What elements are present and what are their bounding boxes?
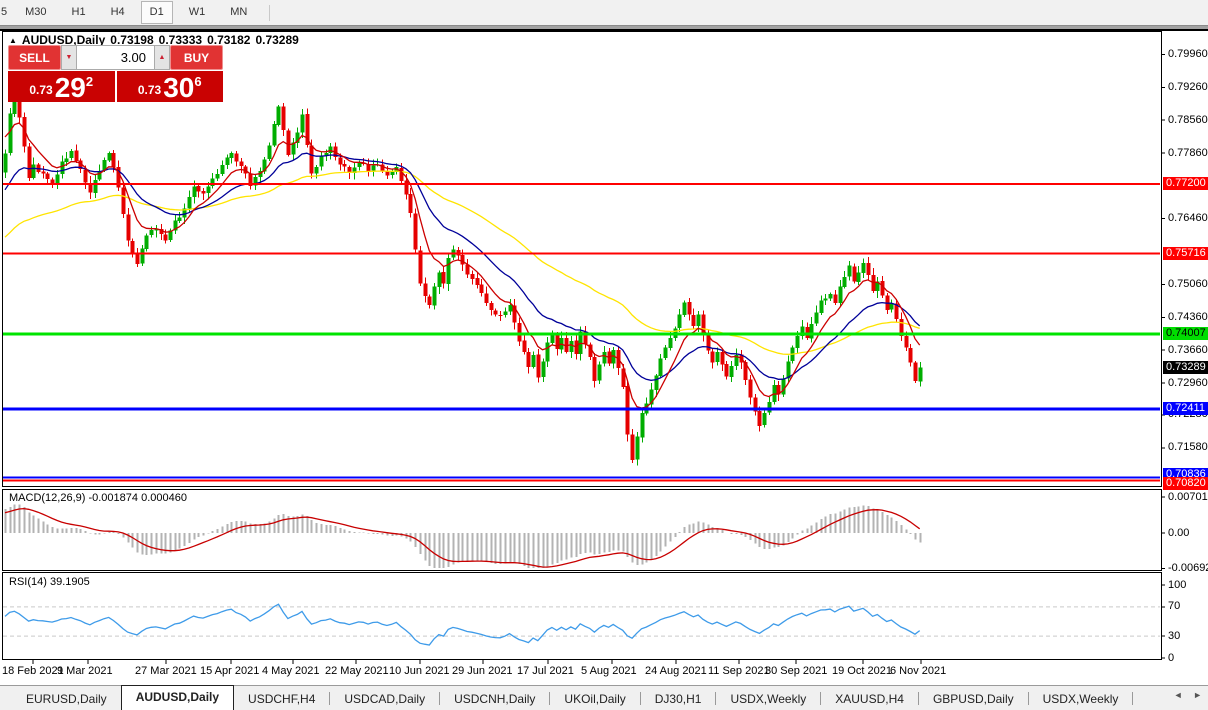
tab-scroll-left-icon[interactable]: ◄: [1174, 690, 1183, 700]
date-label-4-may-2021: 4 May 2021: [262, 665, 320, 677]
date-label-11-sep-2021: 11 Sep 2021: [708, 665, 770, 677]
buy-price-pip: 6: [194, 74, 202, 89]
one-click-trading-panel: SELL ▼ 3.00 ▲ BUY 0.73 29 2 0.73 30 6: [8, 45, 223, 102]
date-label-17-jul-2021: 17 Jul 2021: [517, 665, 574, 677]
date-label-22-may-2021: 22 May 2021: [325, 665, 389, 677]
mt4-window: 5 M30 H1 H4 D1 W1 MN ▲ AUDUSD,Daily 0.73198 0.…: [0, 0, 1208, 710]
tab-gbpusd-daily[interactable]: GBPUSD,Daily: [919, 688, 1028, 710]
date-label-24-aug-2021: 24 Aug 2021: [645, 665, 707, 677]
rsi-label: RSI(14) 39.1905: [9, 576, 90, 588]
date-label-27-mar-2021: 27 Mar 2021: [135, 665, 197, 677]
chart-canvas[interactable]: [0, 0, 1208, 710]
date-label-6-nov-2021: 6 Nov 2021: [890, 665, 947, 677]
tab-scroll-right-icon[interactable]: ►: [1193, 690, 1202, 700]
rsi-tick-0: 0: [1168, 651, 1175, 664]
chart-tab-bar: EURUSD,Daily AUDUSD,Daily USDCHF,H4 USDCAD,…: [0, 685, 1208, 710]
date-label-29-jun-2021: 29 Jun 2021: [452, 665, 513, 677]
date-label-9-mar-2021: 9 Mar 2021: [57, 665, 113, 677]
date-label-15-apr-2021: 15 Apr 2021: [200, 665, 260, 677]
price-tag-0.73289: 0.73289: [1163, 361, 1208, 375]
tab-usdx-weekly[interactable]: USDX,Weekly: [1029, 688, 1133, 710]
volume-input[interactable]: 3.00: [77, 45, 154, 70]
tab-audusd-daily[interactable]: AUDUSD,Daily: [120, 685, 235, 710]
buy-price-big: 30: [163, 72, 195, 103]
price-tick-0.72960: 0.72960: [1168, 376, 1208, 389]
price-tick-0.75060: 0.75060: [1168, 277, 1208, 290]
price-tick-0.77860: 0.77860: [1168, 146, 1208, 159]
price-tag-0.72411: 0.72411: [1163, 402, 1208, 416]
price-tick-0.71580: 0.71580: [1168, 441, 1208, 454]
sell-price-big: 29: [54, 72, 86, 103]
tab-usdchf-h4[interactable]: USDCHF,H4: [234, 688, 329, 710]
price-tick-0.79260: 0.79260: [1168, 80, 1208, 93]
tab-scroll-arrows: ◄ ►: [1166, 690, 1202, 700]
chart-close: 0.73289: [255, 33, 299, 47]
price-tag-0.75716: 0.75716: [1163, 247, 1208, 261]
sell-price-prefix: 0.73: [29, 83, 53, 97]
date-label-18-feb-2021: 18 Feb 2021: [2, 665, 64, 677]
date-label-10-jun-2021: 10 Jun 2021: [389, 665, 450, 677]
buy-price-prefix: 0.73: [137, 83, 162, 97]
rsi-tick-30: 30: [1168, 629, 1181, 642]
price-tick-0.76460: 0.76460: [1168, 212, 1208, 225]
price-tick-0.78560: 0.78560: [1168, 113, 1208, 126]
tab-xauusd-h4[interactable]: XAUUSD,H4: [821, 688, 918, 710]
collapse-icon[interactable]: ▲: [9, 36, 17, 45]
sell-price-box[interactable]: 0.73 29 2: [8, 71, 115, 102]
tab-divider: [1132, 692, 1134, 705]
buy-price-box[interactable]: 0.73 30 6: [116, 71, 223, 103]
rsi-tick-100: 100: [1168, 578, 1187, 591]
macd-label: MACD(12,26,9) -0.001874 0.000460: [9, 492, 187, 504]
trade-prices-row: 0.73 29 2 0.73 30 6: [8, 71, 223, 102]
macd-tick-0.00: 0.00: [1168, 526, 1190, 539]
volume-decrease-button[interactable]: ▼: [61, 45, 77, 70]
tab-dj30-h1[interactable]: DJ30,H1: [641, 688, 716, 710]
buy-button[interactable]: BUY: [170, 45, 223, 70]
price-tag-0.70820: 0.70820: [1163, 476, 1208, 490]
tab-usdx-weekly[interactable]: USDX,Weekly: [716, 688, 820, 710]
tab-eurusd-daily[interactable]: EURUSD,Daily: [12, 688, 121, 710]
price-tick-0.74360: 0.74360: [1168, 310, 1208, 323]
price-tick-0.73660: 0.73660: [1168, 343, 1208, 356]
macd-tick--0.006923: -0.006923: [1168, 561, 1208, 574]
sell-price-pip: 2: [85, 74, 94, 89]
price-tick-0.79960: 0.79960: [1168, 47, 1208, 60]
macd-tick-0.007015: 0.007015: [1168, 490, 1208, 503]
price-tag-0.74007: 0.74007: [1163, 327, 1208, 341]
price-tag-0.77200: 0.77200: [1163, 177, 1208, 191]
date-label-30-sep-2021: 30 Sep 2021: [765, 665, 828, 677]
date-label-5-aug-2021: 5 Aug 2021: [581, 665, 637, 677]
trade-controls-row: SELL ▼ 3.00 ▲ BUY: [8, 45, 223, 70]
tab-usdcad-daily[interactable]: USDCAD,Daily: [330, 688, 439, 710]
tab-ukoil-daily[interactable]: UKOil,Daily: [550, 688, 639, 710]
sell-button[interactable]: SELL: [8, 45, 61, 70]
date-label-19-oct-2021: 19 Oct 2021: [832, 665, 892, 677]
rsi-tick-70: 70: [1168, 600, 1181, 613]
volume-increase-button[interactable]: ▲: [154, 45, 170, 70]
tab-usdcnh-daily[interactable]: USDCNH,Daily: [440, 688, 549, 710]
